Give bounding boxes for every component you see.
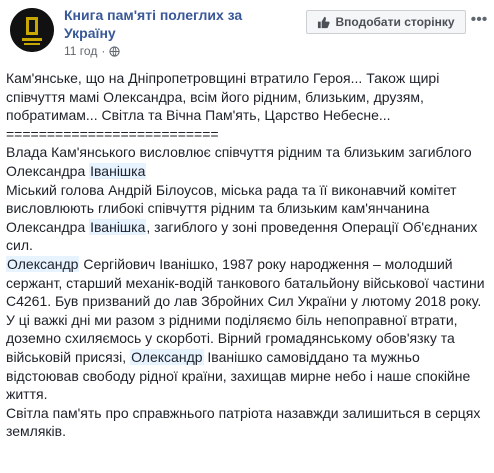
post-paragraph: Міський голова Андрій Білоусов, міська р… <box>6 181 490 255</box>
post-paragraph: Влада Кам'янського висловлює співчуття р… <box>6 143 490 180</box>
post-time[interactable]: 11 год <box>64 44 97 58</box>
person-tag-link[interactable]: Олександр <box>6 255 80 272</box>
thumbs-up-icon <box>318 16 331 28</box>
like-page-label: Вподобати сторінку <box>335 15 455 29</box>
globe-icon <box>109 45 120 57</box>
post-header: Книга пам'яті полеглих за Україну 11 год… <box>0 0 494 64</box>
like-page-button[interactable]: Вподобати сторінку <box>306 10 466 34</box>
post-body: Кам'янське, що на Дніпропетровщині втрат… <box>6 69 490 441</box>
paragraph-text: Влада Кам'янського висловлює співчуття р… <box>6 144 472 179</box>
memorial-logo-icon <box>10 8 54 52</box>
person-tag-link[interactable]: Іванішка <box>89 162 147 179</box>
meta-dot: · <box>101 44 106 58</box>
post-paragraph: У ці важкі дні ми разом з рідними поділя… <box>6 311 490 404</box>
post-paragraph: Світла пам'ять про справжнього патріота … <box>6 404 490 441</box>
page-avatar[interactable] <box>10 8 54 52</box>
person-tag-link[interactable]: Іванішка <box>89 218 147 235</box>
more-options-icon[interactable]: ••• <box>470 12 488 32</box>
paragraph-text: Кам'янське, що на Дніпропетровщині втрат… <box>6 70 440 124</box>
post-paragraph: Олександр Сергійович Іванішко, 1987 року… <box>6 255 490 311</box>
post-paragraph: Кам'янське, що на Дніпропетровщині втрат… <box>6 69 490 125</box>
post-separator: ========================== <box>6 125 219 142</box>
paragraph-text: Світла пам'ять про справжнього патріота … <box>6 404 481 440</box>
page-name-link[interactable]: Книга пам'яті полеглих за Україну <box>64 6 294 42</box>
person-tag-link[interactable]: Олександр <box>130 348 204 365</box>
post-meta: 11 год · <box>64 44 120 58</box>
